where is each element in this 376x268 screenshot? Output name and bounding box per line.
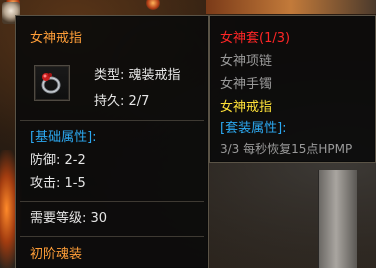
attack-label: 攻击 — [30, 176, 57, 191]
basic-attributes-header: [基础属性]: — [30, 130, 97, 145]
defense-label: 防御 — [30, 153, 57, 168]
required-level: 需要等级: 30 — [30, 211, 108, 226]
item-name: 女神戒指 — [30, 31, 83, 46]
attack-stat: 攻击: 1-5 — [30, 176, 86, 191]
attack-value: 1-5 — [64, 176, 86, 191]
divider — [20, 201, 204, 202]
required-level-label: 需要等级 — [30, 211, 83, 226]
item-durability: 持久: 2/7 — [94, 94, 150, 109]
lantern-icon — [146, 0, 160, 10]
defense-value: 2-2 — [64, 153, 86, 168]
durability-value: 2/7 — [128, 94, 150, 109]
divider — [20, 120, 204, 121]
ring-icon — [41, 73, 61, 94]
set-tooltip: 女神套(1/3) 女神项链 女神手镯 女神戒指 [套装属性]: 3/3 每秒恢复… — [209, 15, 376, 163]
stone-pillar — [318, 170, 357, 268]
set-item-bracelet: 女神手镯 — [220, 77, 273, 92]
set-item-ring: 女神戒指 — [220, 100, 273, 115]
set-title: 女神套(1/3) — [220, 31, 291, 46]
set-attributes-header: [套装属性]: — [220, 121, 287, 136]
set-bonus: 3/3 每秒恢复15点HPMP — [220, 142, 353, 156]
item-icon-slot — [34, 65, 70, 101]
roof-decoration — [206, 0, 376, 14]
item-type: 类型: 魂装戒指 — [94, 68, 181, 83]
set-item-necklace: 女神项链 — [220, 54, 273, 69]
divider — [20, 236, 204, 237]
durability-label: 持久 — [94, 94, 121, 109]
item-grade: 初阶魂装 — [30, 247, 83, 262]
defense-stat: 防御: 2-2 — [30, 153, 86, 168]
item-tooltip: 女神戒指 类型: 魂装戒指 持久: 2/7 [基础属性]: 防御: 2-2 攻击… — [15, 15, 209, 268]
required-level-value: 30 — [90, 211, 108, 226]
type-value: 魂装戒指 — [128, 68, 181, 83]
type-label: 类型 — [94, 68, 121, 83]
